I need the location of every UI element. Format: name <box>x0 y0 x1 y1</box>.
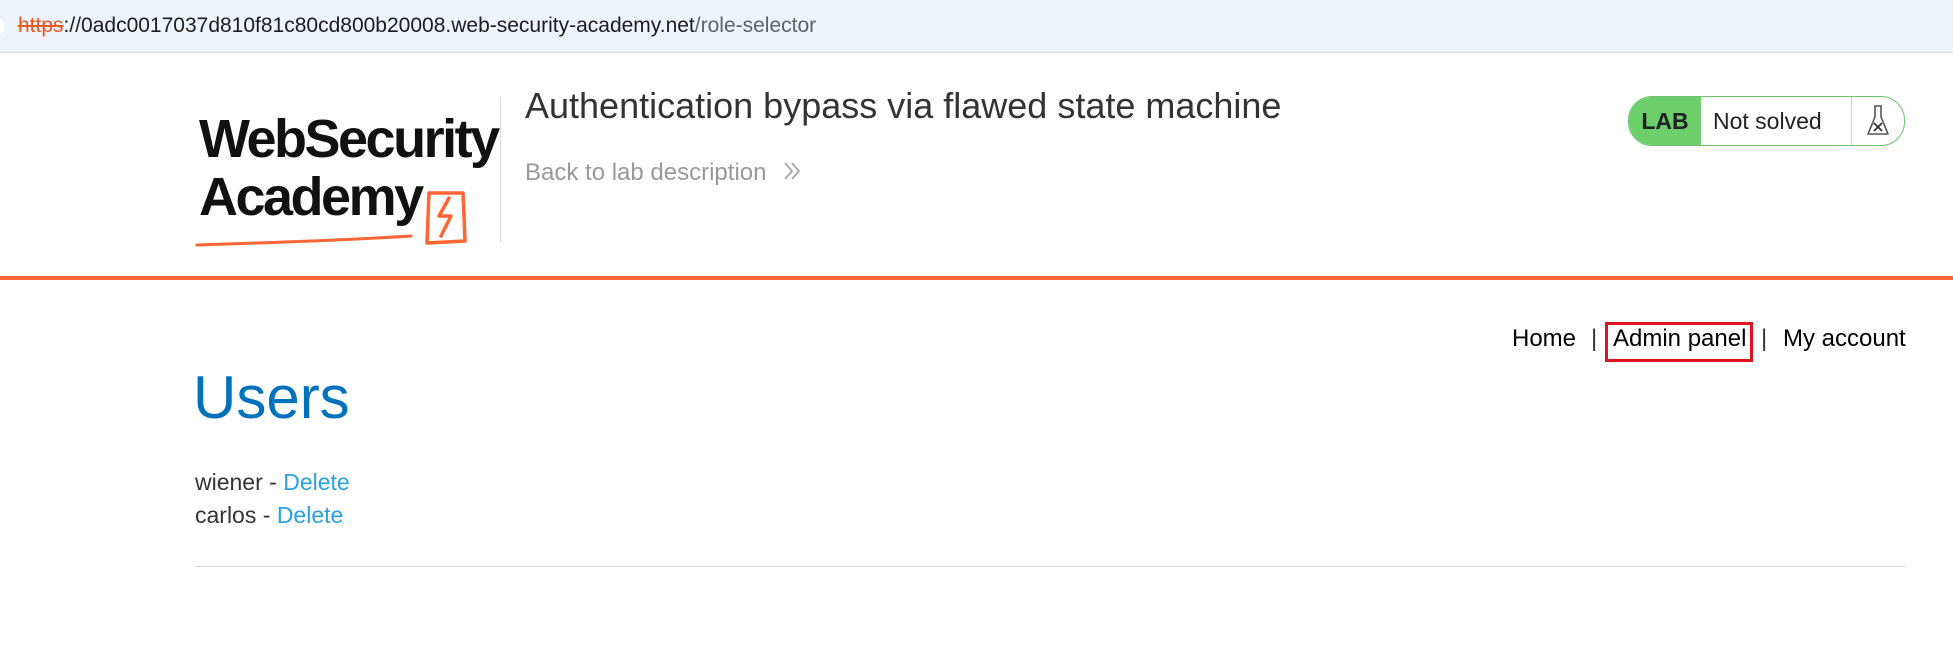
user-separator: - <box>256 502 277 528</box>
web-security-academy-logo[interactable]: WebSecurity Academy <box>193 95 503 265</box>
content-divider <box>195 566 1905 567</box>
logo-underline <box>195 234 413 247</box>
url-scheme: https <box>18 14 64 37</box>
user-row: wiener - Delete <box>195 469 350 496</box>
nav-my-account-link[interactable]: My account <box>1783 325 1906 353</box>
nav-separator: | <box>1591 325 1598 352</box>
delete-user-link[interactable]: Delete <box>283 469 349 495</box>
url-text[interactable]: https://0adc0017037d810f81c80cd800b20008… <box>18 14 816 38</box>
browser-address-bar[interactable]: https://0adc0017037d810f81c80cd800b20008… <box>0 0 1953 53</box>
url-bar-edge <box>0 18 4 34</box>
logo-line2: Academy <box>199 167 424 227</box>
back-link-label: Back to lab description <box>525 159 767 186</box>
logo-line1: WebSecurity <box>199 109 500 169</box>
lab-status-widget: LAB Not solved <box>1628 96 1905 146</box>
double-chevron-right-icon <box>783 160 801 188</box>
delete-user-link[interactable]: Delete <box>277 502 343 528</box>
flask-icon <box>1852 97 1904 145</box>
lab-status-text: Not solved <box>1713 107 1822 134</box>
header-divider <box>500 97 501 242</box>
url-host: ://0adc0017037d810f81c80cd800b20008.web-… <box>63 14 695 37</box>
header-accent-rule <box>0 276 1953 280</box>
lab-badge: LAB <box>1629 97 1701 145</box>
username: carlos <box>195 502 257 528</box>
lab-title: Authentication bypass via flawed state m… <box>525 85 1282 126</box>
nav-home-link[interactable]: Home <box>1512 325 1576 353</box>
url-path: /role-selector <box>694 14 817 37</box>
nav-separator: | <box>1761 325 1768 352</box>
user-row: carlos - Delete <box>195 502 343 529</box>
page-title: Users <box>193 364 350 431</box>
lab-header: WebSecurity Academy Authentication bypas… <box>0 53 1953 277</box>
username: wiener <box>195 469 263 495</box>
user-separator: - <box>262 469 284 495</box>
back-to-lab-description-link[interactable]: Back to lab description <box>525 159 801 188</box>
admin-panel-highlight-box <box>1605 322 1753 362</box>
logo-bolt <box>437 196 453 238</box>
